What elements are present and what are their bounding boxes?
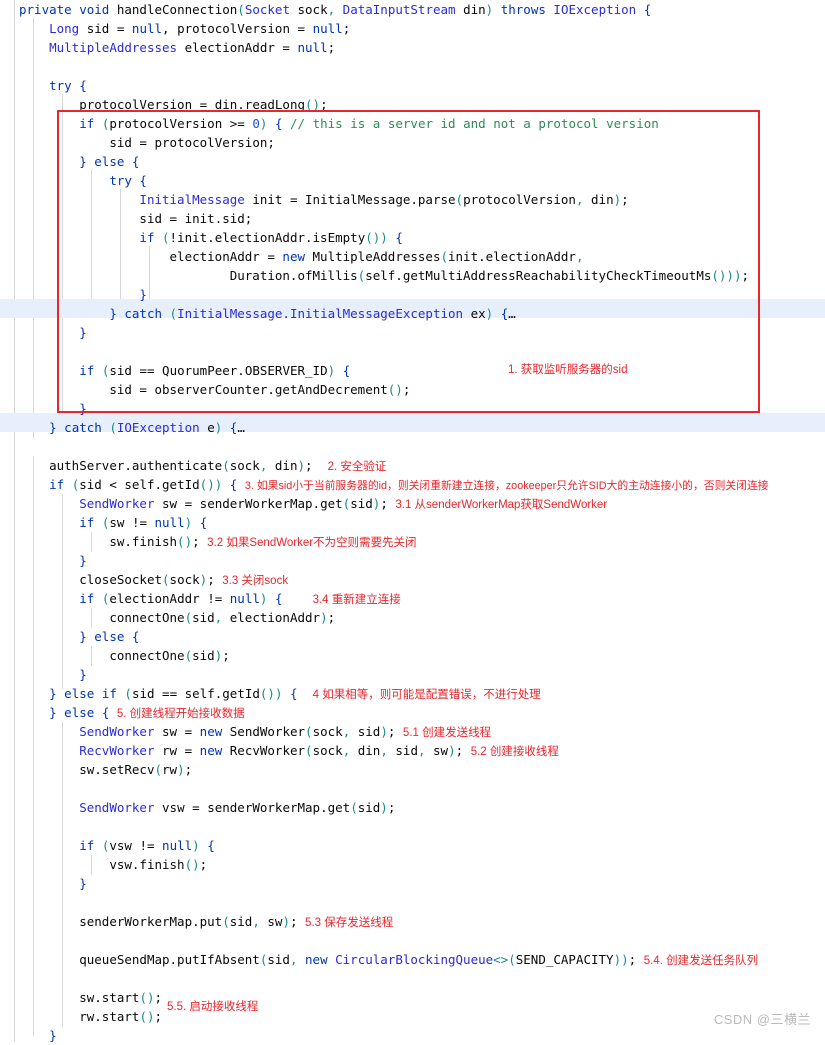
code-line[interactable]: Long sid = null, protocolVersion = null; <box>0 19 825 38</box>
code-line[interactable]: try { <box>0 171 825 190</box>
code-line[interactable] <box>0 817 825 836</box>
code-line[interactable]: SendWorker sw = new SendWorker(sock, sid… <box>0 722 825 741</box>
code-line[interactable] <box>0 969 825 988</box>
code-line[interactable]: if (protocolVersion >= 0) { // this is a… <box>0 114 825 133</box>
code-line[interactable] <box>0 779 825 798</box>
code-line[interactable]: } <box>0 323 825 342</box>
code-line[interactable]: } <box>0 1026 825 1045</box>
code-line[interactable] <box>0 931 825 950</box>
annotation-3: 3. 如果sid小于当前服务器的id，则关闭重新建立连接，zookeeper只允… <box>244 480 769 492</box>
annotation-1: 1. 获取监听服务器的sid <box>508 364 628 376</box>
code-line[interactable]: sw.finish(); 3.2 如果SendWorker不为空则需要先关闭 <box>0 532 825 551</box>
code-line[interactable]: try { <box>0 76 825 95</box>
code-line[interactable]: if (sid < self.getId()) { 3. 如果sid小于当前服务… <box>0 475 825 494</box>
code-line[interactable]: connectOne(sid, electionAddr); <box>0 608 825 627</box>
code-line[interactable]: sw.setRecv(rw); <box>0 760 825 779</box>
code-line[interactable]: sid = protocolVersion; <box>0 133 825 152</box>
code-line[interactable]: } <box>0 874 825 893</box>
code-line[interactable] <box>0 57 825 76</box>
annotation-5-3: 5.3 保存发送线程 <box>305 917 394 929</box>
watermark: CSDN @三横兰 <box>713 1012 811 1027</box>
code-line[interactable]: RecvWorker rw = new RecvWorker(sock, din… <box>0 741 825 760</box>
code-line[interactable]: authServer.authenticate(sock, din); 2. 安… <box>0 456 825 475</box>
code-line[interactable]: Duration.ofMillis(self.getMultiAddressRe… <box>0 266 825 285</box>
code-line[interactable]: sid = observerCounter.getAndDecrement(); <box>0 380 825 399</box>
code-line[interactable] <box>0 893 825 912</box>
annotation-3-2: 3.2 如果SendWorker不为空则需要先关闭 <box>207 537 417 549</box>
code-line[interactable]: connectOne(sid); <box>0 646 825 665</box>
code-line[interactable]: } <box>0 399 825 418</box>
annotation-5-1: 5.1 创建发送线程 <box>402 727 492 739</box>
code-line[interactable]: } <box>0 551 825 570</box>
code-line[interactable]: sw.start(); <box>0 988 825 1007</box>
annotation-5: 5. 创建线程开始接收数据 <box>116 708 245 720</box>
annotation-3-3: 3.3 关闭sock <box>222 575 289 587</box>
annotation-3-1: 3.1 从senderWorkerMap获取SendWorker <box>395 499 608 511</box>
code-line[interactable]: } else if (sid == self.getId()) { 4 如果相等… <box>0 684 825 703</box>
code-editor[interactable]: private void handleConnection(Socket soc… <box>0 0 825 1045</box>
code-line[interactable]: } else { 5. 创建线程开始接收数据 <box>0 703 825 722</box>
code-line[interactable]: queueSendMap.putIfAbsent(sid, new Circul… <box>0 950 825 969</box>
code-line[interactable]: } catch (InitialMessage.InitialMessageEx… <box>0 304 825 323</box>
code-line[interactable]: if (vsw != null) { <box>0 836 825 855</box>
code-line[interactable]: SendWorker vsw = senderWorkerMap.get(sid… <box>0 798 825 817</box>
code-line[interactable]: rw.start(); <box>0 1007 825 1026</box>
annotation-4: 4 如果相等，则可能是配置错误，不进行处理 <box>312 689 541 701</box>
annotation-5-5: 5.5. 启动接收线程 <box>167 1001 259 1013</box>
code-line[interactable]: if (sid == QuorumPeer.OBSERVER_ID) { <box>0 361 825 380</box>
code-line[interactable]: } catch (IOException e) {… <box>0 418 825 437</box>
code-line[interactable]: if (sw != null) { <box>0 513 825 532</box>
annotation-2: 2. 安全验证 <box>327 461 387 473</box>
code-line[interactable]: vsw.finish(); <box>0 855 825 874</box>
code-line[interactable]: senderWorkerMap.put(sid, sw); 5.3 保存发送线程 <box>0 912 825 931</box>
code-line[interactable]: SendWorker sw = senderWorkerMap.get(sid)… <box>0 494 825 513</box>
code-line[interactable]: if (electionAddr != null) { 3.4 重新建立连接 <box>0 589 825 608</box>
code-line[interactable]: if (!init.electionAddr.isEmpty()) { <box>0 228 825 247</box>
code-line[interactable]: protocolVersion = din.readLong(); <box>0 95 825 114</box>
annotation-5-2: 5.2 创建接收线程 <box>470 746 559 758</box>
code-line[interactable]: closeSocket(sock); 3.3 关闭sock <box>0 570 825 589</box>
code-line[interactable] <box>0 437 825 456</box>
code-line[interactable]: } <box>0 285 825 304</box>
code-line[interactable]: sid = init.sid; <box>0 209 825 228</box>
code-line[interactable]: private void handleConnection(Socket soc… <box>0 0 825 19</box>
code-line[interactable]: } else { <box>0 627 825 646</box>
annotation-5-4: 5.4. 创建发送任务队列 <box>643 955 759 967</box>
annotation-3-4: 3.4 重新建立连接 <box>312 594 401 606</box>
code-line[interactable] <box>0 342 825 361</box>
code-line[interactable]: MultipleAddresses electionAddr = null; <box>0 38 825 57</box>
code-line[interactable]: } <box>0 665 825 684</box>
code-line[interactable]: } else { <box>0 152 825 171</box>
code-line[interactable]: electionAddr = new MultipleAddresses(ini… <box>0 247 825 266</box>
code-line[interactable]: InitialMessage init = InitialMessage.par… <box>0 190 825 209</box>
